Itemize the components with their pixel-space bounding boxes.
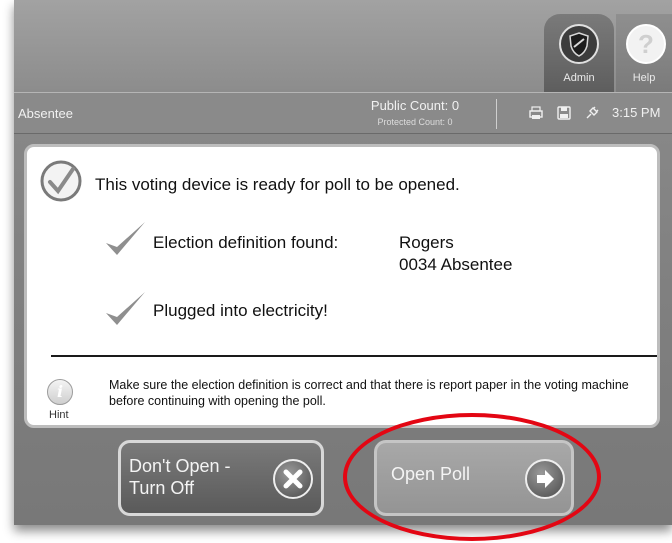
- election-name: Rogers: [399, 233, 454, 252]
- help-label: Help: [632, 72, 656, 84]
- help-icon: ?: [626, 24, 666, 64]
- election-definition-label: Election definition found:: [153, 233, 339, 252]
- hint-info-icon[interactable]: i: [47, 379, 73, 405]
- status-bar: Absentee Public Count: 0 Protected Count…: [14, 92, 672, 134]
- help-button[interactable]: ? Help: [616, 14, 672, 94]
- dont-open-label: Don't Open - Turn Off: [129, 455, 231, 499]
- printer-icon: [529, 106, 543, 119]
- dont-open-label-line1: Don't Open -: [129, 456, 231, 476]
- mode-label: Absentee: [18, 106, 73, 121]
- save-disk-icon: [557, 106, 571, 120]
- admin-label: Admin: [563, 72, 595, 84]
- power-status-message: Plugged into electricity!: [153, 301, 328, 320]
- status-divider: [496, 99, 497, 129]
- election-precinct: 0034 Absentee: [399, 255, 513, 274]
- ready-message: This voting device is ready for poll to …: [95, 175, 460, 194]
- open-poll-label: Open Poll: [391, 464, 471, 484]
- ready-check-circle-icon: [40, 160, 82, 202]
- protected-count: Protected Count: 0: [377, 117, 453, 127]
- shield-icon: [559, 24, 599, 64]
- top-bar: Admin ? Help: [14, 0, 672, 94]
- section-divider: [51, 355, 657, 357]
- arrow-right-icon: [525, 459, 565, 499]
- poll-status-panel: This voting device is ready for poll to …: [24, 144, 660, 428]
- hint-label: Hint: [49, 409, 69, 421]
- hint-text: Make sure the election definition is cor…: [109, 378, 629, 408]
- dont-open-label-line2: Turn Off: [129, 478, 195, 498]
- voting-device-screen: Admin ? Help Absentee Public Count: 0 Pr…: [14, 0, 672, 525]
- close-x-icon: [273, 459, 313, 499]
- open-poll-button[interactable]: Open Poll: [374, 440, 574, 516]
- power-plug-icon: [586, 106, 599, 119]
- clock-time: 3:15 PM: [612, 105, 661, 120]
- public-count: Public Count: 0: [370, 98, 460, 113]
- power-checkmark-icon: [106, 292, 145, 325]
- dont-open-turn-off-button[interactable]: Don't Open - Turn Off: [118, 440, 324, 516]
- admin-button[interactable]: Admin: [544, 14, 614, 94]
- election-checkmark-icon: [106, 222, 145, 255]
